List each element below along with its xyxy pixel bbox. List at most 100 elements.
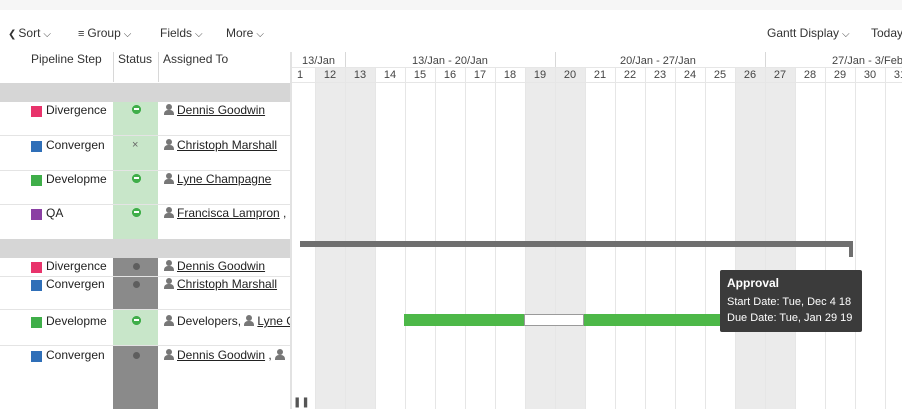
- status-in-progress-icon[interactable]: [132, 105, 141, 114]
- pipeline-step-label: QA: [46, 206, 64, 220]
- day-label: 26: [743, 69, 757, 81]
- assigned-to-cell[interactable]: Dennis Goodwin ,: [164, 348, 291, 362]
- group-row[interactable]: [0, 239, 292, 258]
- assignee-link[interactable]: Lyne Champagne: [177, 172, 271, 186]
- assigned-to-cell[interactable]: Francisca Lampron ,: [164, 206, 291, 220]
- gantt-display-button[interactable]: Gantt Display ⌵: [767, 26, 850, 40]
- resize-handle-icon[interactable]: ❚❚: [293, 397, 310, 408]
- pipeline-step-label: Divergence: [46, 259, 107, 273]
- status-in-progress-icon[interactable]: [132, 174, 141, 183]
- group-button[interactable]: ≡ Group ⌵: [78, 26, 131, 40]
- status-waiting-icon[interactable]: [133, 263, 140, 270]
- week-divider: [345, 52, 346, 67]
- header-status[interactable]: Status: [118, 52, 152, 68]
- tooltip-due-date: Due Date: Tue, Jan 29 19: [727, 312, 853, 324]
- day-label: 13: [353, 69, 367, 81]
- assigned-to-cell[interactable]: Christoph Marshall: [164, 277, 291, 291]
- status-na-icon[interactable]: ×: [132, 139, 138, 151]
- gantt-chart[interactable]: 13/Jan 13/Jan - 20/Jan 20/Jan - 27/Jan 2…: [292, 52, 902, 409]
- day-label: 22: [623, 69, 637, 81]
- day-grid-line: [735, 67, 736, 409]
- day-grid-line: [495, 67, 496, 409]
- day-grid-line: [705, 67, 706, 409]
- status-waiting-icon[interactable]: [133, 352, 140, 359]
- day-grid-line: [345, 67, 346, 409]
- task-bar[interactable]: [584, 314, 720, 326]
- assignee-link[interactable]: Christoph Marshall: [177, 138, 277, 152]
- assigned-to-cell[interactable]: Developers, Lyne C: [164, 314, 291, 328]
- grid-line: [292, 82, 902, 83]
- group-row[interactable]: [0, 83, 292, 102]
- assignee-link[interactable]: Lyne C: [257, 314, 291, 328]
- assigned-to-cell[interactable]: Christoph Marshall: [164, 138, 291, 152]
- day-label: 18: [503, 69, 517, 81]
- tooltip-start-date: Start Date: Tue, Dec 4 18: [727, 296, 852, 308]
- chevron-down-icon: ⌵: [195, 29, 203, 40]
- chevron-down-icon: ⌵: [256, 29, 264, 40]
- person-icon: [275, 349, 286, 360]
- table-row[interactable]: Convergen × Christoph Marshall: [0, 136, 292, 171]
- day-label: 23: [653, 69, 667, 81]
- status-in-progress-icon[interactable]: [132, 316, 141, 325]
- group-icon: ≡: [78, 28, 85, 40]
- toolbar: ❮ Sort ⌵ ≡ Group ⌵ Fields ⌵ More ⌵ Gantt Displ…: [0, 22, 902, 46]
- assignee-link[interactable]: Dennis Goodwin: [177, 259, 265, 273]
- tooltip-title: Approval: [727, 276, 780, 290]
- week-label: 20/Jan - 27/Jan: [620, 55, 696, 67]
- step-color-swatch: [31, 351, 42, 362]
- table-row[interactable]: Convergen Dennis Goodwin ,: [0, 346, 292, 409]
- table-row[interactable]: Divergence Dennis Goodwin: [0, 102, 292, 136]
- assignee-link[interactable]: Christoph Marshall: [177, 277, 277, 291]
- column-divider[interactable]: [158, 52, 159, 82]
- day-label: 15: [413, 69, 427, 81]
- step-color-swatch: [31, 141, 42, 152]
- group-summary-bar[interactable]: [300, 241, 852, 247]
- assigned-to-cell[interactable]: Dennis Goodwin: [164, 103, 291, 117]
- table-row[interactable]: QA Francisca Lampron ,: [0, 205, 292, 239]
- status-waiting-icon[interactable]: [133, 281, 140, 288]
- step-color-swatch: [31, 317, 42, 328]
- table-row[interactable]: Developme Lyne Champagne: [0, 171, 292, 205]
- column-divider[interactable]: [113, 52, 114, 82]
- assignee-link[interactable]: Francisca Lampron: [177, 206, 280, 220]
- pipeline-step-label: Developme: [46, 314, 107, 328]
- person-icon: [164, 207, 174, 218]
- day-grid-line: [435, 67, 436, 409]
- person-icon: [164, 104, 174, 115]
- assignee-link[interactable]: Dennis Goodwin: [177, 348, 265, 362]
- day-label: 27: [773, 69, 787, 81]
- grid-line: [292, 67, 902, 68]
- status-in-progress-icon[interactable]: [132, 208, 141, 217]
- day-grid-line: [585, 67, 586, 409]
- chevron-down-icon: ⌵: [43, 29, 51, 40]
- table-row[interactable]: Developme Developers, Lyne C: [0, 310, 292, 346]
- person-icon: [164, 173, 174, 184]
- assigned-to-cell[interactable]: Lyne Champagne: [164, 172, 291, 186]
- table-row[interactable]: Convergen Christoph Marshall: [0, 277, 292, 310]
- assigned-to-cell[interactable]: Dennis Goodwin: [164, 259, 291, 273]
- day-grid-line: [855, 67, 856, 409]
- task-bar[interactable]: [404, 314, 524, 326]
- header-pipeline-step[interactable]: Pipeline Step: [31, 52, 102, 68]
- sort-button[interactable]: ❮ Sort ⌵: [8, 26, 51, 40]
- pipeline-step-label: Convergen: [46, 348, 105, 362]
- day-label: 28: [803, 69, 817, 81]
- step-color-swatch: [31, 209, 42, 220]
- day-label: 17: [473, 69, 487, 81]
- day-grid-line: [525, 67, 526, 409]
- task-bar-gap[interactable]: [524, 314, 584, 326]
- person-icon: [244, 315, 255, 326]
- day-label: 31: [893, 69, 902, 81]
- today-button[interactable]: Today: [871, 26, 902, 40]
- day-label: 25: [713, 69, 727, 81]
- more-button[interactable]: More ⌵: [226, 26, 264, 40]
- header-assigned-to[interactable]: Assigned To: [163, 52, 228, 68]
- day-label: 1: [296, 69, 304, 81]
- person-icon: [164, 139, 174, 150]
- table-row[interactable]: Divergence Dennis Goodwin: [0, 258, 292, 277]
- assignee-link[interactable]: Dennis Goodwin: [177, 103, 265, 117]
- day-grid-line: [675, 67, 676, 409]
- fields-button[interactable]: Fields ⌵: [160, 26, 203, 40]
- assignee-group[interactable]: Developers: [177, 314, 238, 328]
- task-tooltip: Approval Start Date: Tue, Dec 4 18 Due D…: [720, 270, 862, 332]
